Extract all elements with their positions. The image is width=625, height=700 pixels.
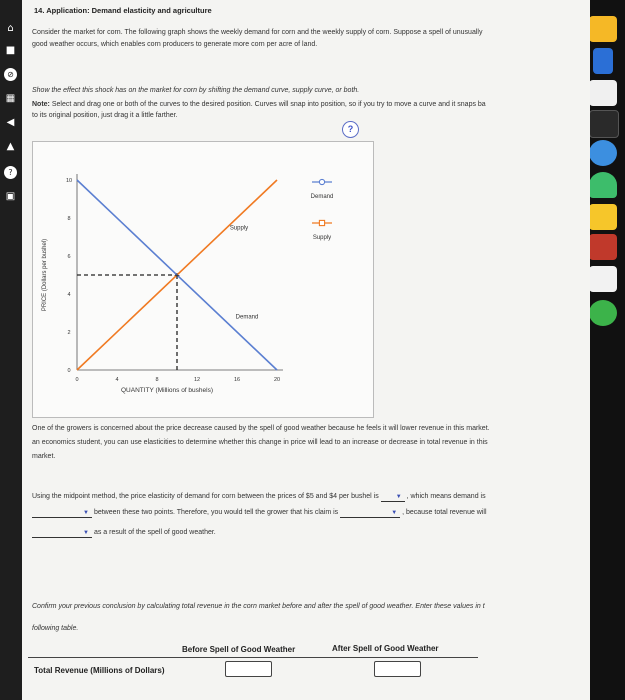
instruction-text: Show the effect this shock has on the ma… (32, 87, 360, 94)
growers-line-2: an economics student, you can use elasti… (32, 439, 488, 446)
sticky-icon[interactable] (589, 80, 617, 106)
y-axis-label: PRICE (Dollars per bushel) (42, 239, 48, 311)
supply-curve-label: Supply (230, 225, 248, 231)
book-icon[interactable] (593, 48, 613, 74)
intro-line-2: good weather occurs, which enables corn … (32, 41, 318, 48)
midpoint-line-1: Using the midpoint method, the price ela… (32, 492, 590, 502)
x-tick-label: 20 (274, 377, 280, 383)
growers-line-3: market. (32, 453, 56, 460)
y-tick-label: 8 (67, 216, 70, 222)
note-body: Select and drag one or both of the curve… (51, 101, 486, 108)
demand-curve-label: Demand (236, 315, 259, 321)
growers-line-1: One of the growers is concerned about th… (32, 425, 490, 432)
doc-icon[interactable] (589, 266, 617, 292)
x-tick-label: 12 (194, 377, 200, 383)
legend-marker-demand[interactable] (318, 178, 326, 186)
midpoint-line-3: ▼ as a result of the spell of good weath… (32, 528, 216, 538)
left-app-strip: ⌂ ■ ⊘ ▦ ◀ ▲ ? ▣ (0, 0, 22, 700)
chevron-down-icon: ▼ (83, 510, 89, 516)
revenue-after-input[interactable] (374, 661, 421, 677)
x-axis-label: QUANTITY (Millions of bushels) (121, 387, 213, 394)
elasticity-dropdown[interactable]: ▼ (380, 492, 405, 502)
midpoint-text-4: , because total revenue will (402, 509, 487, 516)
note-text: Note: Select and drag one or both of the… (32, 100, 590, 110)
megaphone-icon[interactable]: ◀ (4, 116, 17, 129)
legend-label-demand: Demand (311, 194, 334, 200)
col-before-header: Before Spell of Good Weather (182, 645, 296, 654)
info-icon[interactable]: ⊘ (4, 68, 17, 81)
circle-app-icon[interactable] (589, 300, 617, 326)
x-tick-label: 8 (155, 377, 158, 383)
worksheet-page: 14. Application: Demand elasticity and a… (22, 0, 590, 700)
y-tick-label: 2 (67, 330, 70, 336)
chevron-down-icon: ▼ (395, 494, 402, 500)
midpoint-text-5: as a result of the spell of good weather… (93, 529, 216, 536)
intro-line-1: Consider the market for corn. The follow… (32, 29, 483, 36)
grade-icon[interactable] (589, 234, 617, 260)
window-icon[interactable]: ▣ (4, 190, 17, 203)
home-icon[interactable]: ⌂ (4, 22, 17, 35)
x-tick-label: 0 (75, 377, 78, 383)
midpoint-text-2: , which means demand is (406, 493, 486, 500)
x-tick-label: 16 (234, 377, 240, 383)
supply-demand-chart[interactable]: 0 4 8 12 16 20 0 2 4 6 8 10 QUANTITY (Millions of bu… (32, 150, 372, 410)
total-revenue-label: Total Revenue (Millions of Dollars) (34, 666, 165, 675)
dictionary-icon[interactable] (589, 16, 617, 42)
col-after-header: After Spell of Good Weather (332, 644, 439, 653)
grid-icon[interactable]: ▦ (4, 92, 17, 105)
legend-marker-supply[interactable] (318, 219, 326, 227)
note-label: Note: (32, 101, 50, 108)
arrow-icon[interactable] (589, 204, 617, 230)
help-icon[interactable]: ? (4, 166, 17, 179)
revenue-change-dropdown[interactable]: ▼ (32, 528, 92, 538)
weather-icon[interactable] (589, 140, 617, 166)
midpoint-text-3: between these two points. Therefore, you… (93, 509, 339, 516)
y-tick-label: 6 (67, 254, 70, 260)
claim-dropdown[interactable]: ▼ (340, 508, 401, 518)
chevron-down-icon: ▼ (83, 530, 89, 536)
chevron-down-icon: ▼ (391, 510, 398, 516)
equilibrium-marker: + (174, 271, 181, 280)
question-title: 14. Application: Demand elasticity and a… (34, 6, 212, 15)
drive-icon[interactable] (589, 172, 617, 198)
gift-icon[interactable]: ■ (4, 44, 17, 57)
lock-icon[interactable]: ▲ (4, 140, 17, 153)
note-text-2: to its original position, just drag it a… (32, 112, 178, 119)
midpoint-line-2: ▼ between these two points. Therefore, y… (32, 508, 590, 518)
confirm-line-1: Confirm your previous conclusion by calc… (32, 603, 485, 610)
x-tick-label: 4 (115, 377, 118, 383)
legend-label-supply: Supply (313, 235, 331, 241)
y-tick-label: 4 (67, 292, 70, 298)
y-tick-label: 10 (66, 178, 72, 184)
revenue-before-input[interactable] (225, 661, 272, 677)
math-icon[interactable] (589, 110, 619, 138)
table-header-rule (28, 657, 478, 658)
help-button[interactable]: ? (342, 121, 359, 138)
midpoint-text-1: Using the midpoint method, the price ela… (32, 493, 379, 500)
confirm-line-2: following table. (32, 625, 79, 632)
demand-type-dropdown[interactable]: ▼ (32, 508, 92, 518)
y-tick-label: 0 (67, 368, 70, 374)
